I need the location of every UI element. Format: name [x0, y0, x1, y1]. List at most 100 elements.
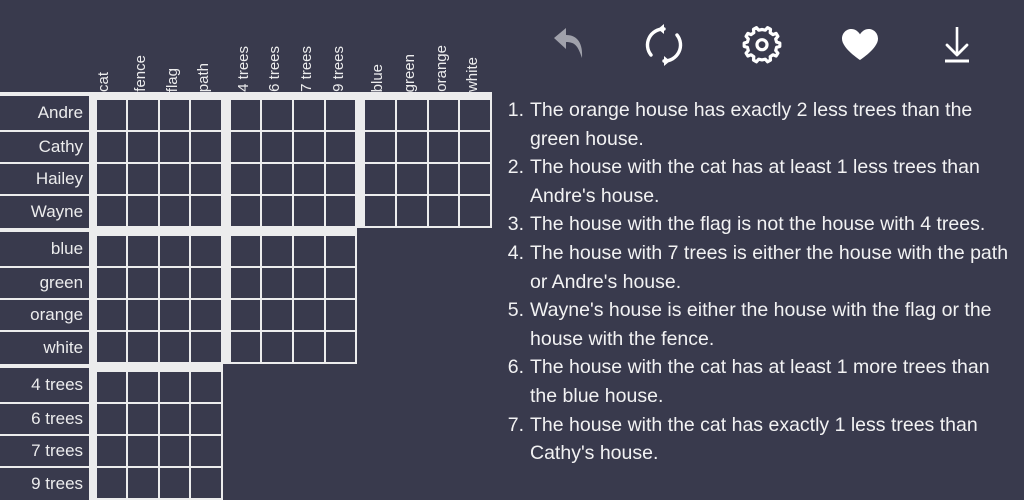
grid-cell[interactable] — [89, 228, 126, 266]
grid-cell[interactable] — [292, 266, 324, 298]
grid-cell[interactable] — [125, 402, 158, 434]
grid-cell[interactable] — [157, 194, 190, 228]
grid-cell[interactable] — [292, 298, 324, 330]
grid-cell[interactable] — [125, 466, 158, 500]
grid-cell[interactable] — [323, 130, 358, 162]
grid-cell[interactable] — [260, 228, 293, 266]
grid-cell[interactable] — [189, 402, 223, 434]
grid-cell[interactable] — [357, 194, 395, 228]
grid-cell[interactable] — [157, 330, 190, 364]
grid-cell[interactable] — [125, 92, 158, 130]
grid-cell[interactable] — [157, 162, 190, 194]
grid-cell[interactable] — [394, 194, 427, 228]
grid-cell[interactable] — [323, 330, 358, 364]
clue-item[interactable]: 6. The house with the cat has at least 1 … — [498, 353, 1018, 410]
grid-cell[interactable] — [125, 434, 158, 466]
grid-cell[interactable] — [89, 402, 126, 434]
grid-cell[interactable] — [89, 266, 126, 298]
grid-cell[interactable] — [125, 364, 158, 402]
grid-cell[interactable] — [125, 194, 158, 228]
grid-cell[interactable] — [89, 298, 126, 330]
grid-cell[interactable] — [260, 330, 293, 364]
clue-item[interactable]: 1. The orange house has exactly 2 less tr… — [498, 96, 1018, 153]
grid-cell[interactable] — [89, 364, 126, 402]
grid-cell[interactable] — [189, 298, 223, 330]
grid-cell[interactable] — [89, 92, 126, 130]
grid-cell[interactable] — [125, 130, 158, 162]
restart-button[interactable] — [636, 17, 692, 73]
grid-cell[interactable] — [292, 330, 324, 364]
grid-cell[interactable] — [89, 330, 126, 364]
grid-cell[interactable] — [394, 162, 427, 194]
grid-cell[interactable] — [260, 162, 293, 194]
grid-cell[interactable] — [292, 162, 324, 194]
grid-cell[interactable] — [323, 194, 358, 228]
grid-cell[interactable] — [189, 434, 223, 466]
grid-cell[interactable] — [260, 130, 293, 162]
grid-cell[interactable] — [125, 266, 158, 298]
grid-cell[interactable] — [222, 130, 261, 162]
grid-cell[interactable] — [157, 92, 190, 130]
grid-cell[interactable] — [292, 92, 324, 130]
grid-cell[interactable] — [458, 162, 492, 194]
grid-cell[interactable] — [157, 228, 190, 266]
grid-cell[interactable] — [189, 364, 223, 402]
grid-cell[interactable] — [189, 130, 223, 162]
grid-cell[interactable] — [125, 162, 158, 194]
grid-cell[interactable] — [222, 92, 261, 130]
grid-cell[interactable] — [458, 92, 492, 130]
grid-cell[interactable] — [426, 130, 459, 162]
grid-cell[interactable] — [292, 194, 324, 228]
grid-cell[interactable] — [157, 402, 190, 434]
grid-cell[interactable] — [189, 194, 223, 228]
grid-cell[interactable] — [89, 130, 126, 162]
grid-cell[interactable] — [157, 466, 190, 500]
grid-cell[interactable] — [323, 92, 358, 130]
grid-cell[interactable] — [189, 466, 223, 500]
clue-item[interactable]: 4. The house with 7 trees is either the h… — [498, 239, 1018, 296]
grid-cell[interactable] — [260, 298, 293, 330]
grid-cell[interactable] — [458, 130, 492, 162]
grid-cell[interactable] — [323, 162, 358, 194]
grid-cell[interactable] — [260, 266, 293, 298]
grid-cell[interactable] — [125, 330, 158, 364]
favorite-button[interactable] — [832, 17, 888, 73]
clue-item[interactable]: 7. The house with the cat has exactly 1 l… — [498, 411, 1018, 468]
grid-cell[interactable] — [426, 194, 459, 228]
clue-item[interactable]: 5. Wayne's house is either the house with… — [498, 296, 1018, 353]
grid-cell[interactable] — [125, 298, 158, 330]
grid-cell[interactable] — [222, 266, 261, 298]
grid-cell[interactable] — [357, 162, 395, 194]
grid-cell[interactable] — [189, 330, 223, 364]
grid-cell[interactable] — [222, 298, 261, 330]
grid-cell[interactable] — [222, 162, 261, 194]
grid-cell[interactable] — [189, 228, 223, 266]
grid-cell[interactable] — [426, 162, 459, 194]
grid-cell[interactable] — [157, 266, 190, 298]
grid-cell[interactable] — [292, 130, 324, 162]
grid-cell[interactable] — [426, 92, 459, 130]
grid-cell[interactable] — [189, 266, 223, 298]
grid-cell[interactable] — [357, 92, 395, 130]
grid-cell[interactable] — [189, 92, 223, 130]
grid-cell[interactable] — [157, 298, 190, 330]
grid-cell[interactable] — [323, 228, 358, 266]
grid-cell[interactable] — [157, 130, 190, 162]
grid-cell[interactable] — [323, 298, 358, 330]
grid-cell[interactable] — [357, 130, 395, 162]
grid-cell[interactable] — [394, 92, 427, 130]
grid-cell[interactable] — [157, 364, 190, 402]
grid-cell[interactable] — [89, 434, 126, 466]
grid-cell[interactable] — [125, 228, 158, 266]
clue-item[interactable]: 3. The house with the flag is not the hou… — [498, 210, 1018, 239]
grid-cell[interactable] — [394, 130, 427, 162]
grid-cell[interactable] — [323, 266, 358, 298]
grid-cell[interactable] — [292, 228, 324, 266]
grid-cell[interactable] — [222, 228, 261, 266]
clue-item[interactable]: 2. The house with the cat has at least 1 … — [498, 153, 1018, 210]
grid-cell[interactable] — [189, 162, 223, 194]
grid-cell[interactable] — [157, 434, 190, 466]
grid-cell[interactable] — [222, 330, 261, 364]
grid-cell[interactable] — [260, 92, 293, 130]
grid-cell[interactable] — [89, 194, 126, 228]
